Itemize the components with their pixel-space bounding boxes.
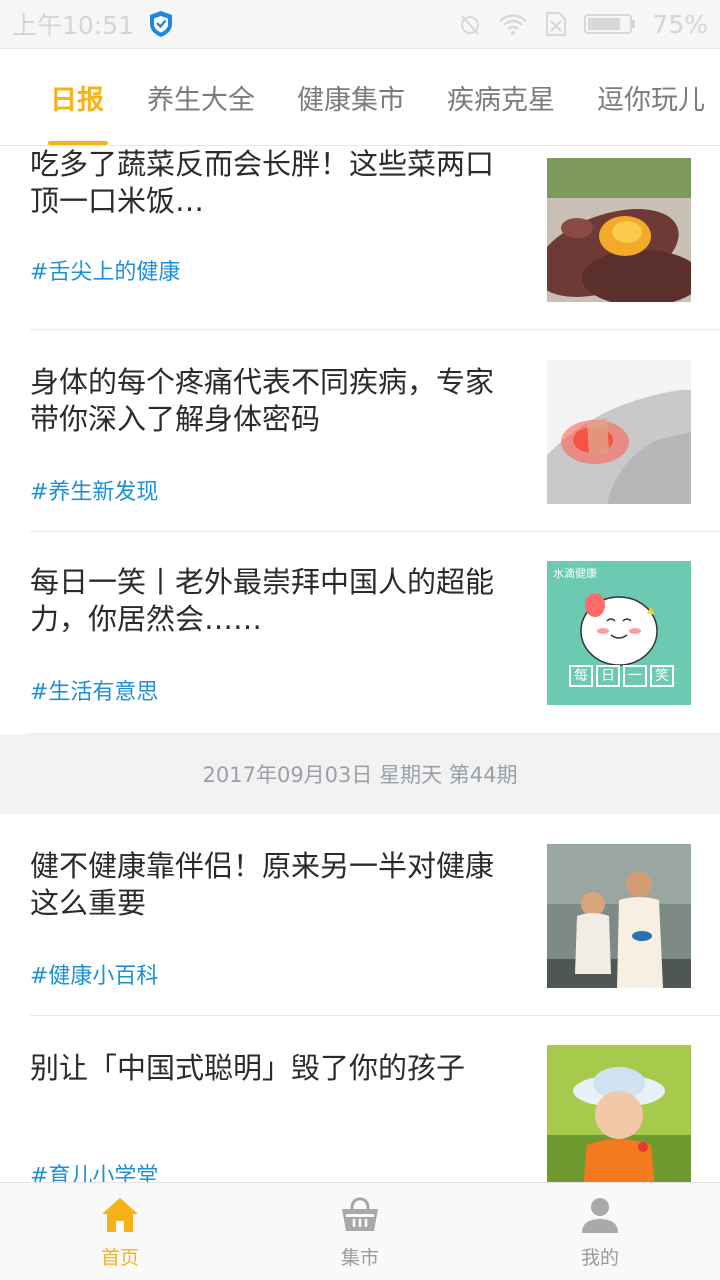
article-thumbnail[interactable]: 水滴健康 每 日 一 笑 — [547, 561, 691, 705]
basket-icon — [342, 1197, 378, 1231]
nav-profile-label: 我的 — [580, 1247, 619, 1269]
no-sim-icon — [546, 12, 567, 36]
security-shield-icon — [150, 11, 173, 37]
issue-date-separator: 2017年09月03日 星期天 第44期 — [0, 734, 720, 814]
tab-daily[interactable]: 日报 — [50, 49, 104, 145]
article-thumbnail[interactable] — [547, 360, 691, 504]
article-thumbnail[interactable] — [547, 1045, 691, 1182]
app-screen: 上午10:51 75% 日报 养生大全 健康集市 疾病克星 逗你玩儿 吃多了蔬菜… — [0, 0, 720, 1280]
article-tag[interactable]: #养生新发现 — [30, 474, 158, 506]
article-tag[interactable]: #生活有意思 — [30, 674, 158, 706]
article-tag[interactable]: #育儿小学堂 — [30, 1158, 158, 1182]
wifi-icon — [499, 14, 528, 35]
profile-icon — [582, 1198, 618, 1233]
nav-market[interactable]: 集市 — [240, 1183, 480, 1280]
bottom-navigation: 首页 集市 我的 — [0, 1182, 720, 1280]
article-feed[interactable]: 吃多了蔬菜反而会长胖！这些菜两口顶一口米饭… #舌尖上的健康 身体的每个疼痛代表… — [0, 146, 720, 1182]
couple-kitchen-image — [547, 844, 691, 988]
article-card[interactable]: 健不健康靠伴侣！原来另一半对健康这么重要 #健康小百科 — [0, 814, 720, 1016]
nav-home-label: 首页 — [100, 1247, 139, 1269]
article-tag[interactable]: #舌尖上的健康 — [30, 254, 180, 286]
active-tab-indicator — [48, 141, 108, 145]
article-title[interactable]: 身体的每个疼痛代表不同疾病，专家带你深入了解身体密码 — [30, 364, 520, 438]
child-hat-image — [547, 1045, 691, 1182]
tab-fun[interactable]: 逗你玩儿 — [597, 49, 705, 145]
article-card[interactable]: 吃多了蔬菜反而会长胖！这些菜两口顶一口米饭… #舌尖上的健康 — [0, 146, 720, 330]
article-title[interactable]: 别让「中国式聪明」毁了你的孩子 — [30, 1050, 520, 1087]
article-card[interactable]: 别让「中国式聪明」毁了你的孩子 #育儿小学堂 — [0, 1016, 720, 1182]
nav-profile[interactable]: 我的 — [480, 1183, 720, 1280]
article-card[interactable]: 身体的每个疼痛代表不同疾病，专家带你深入了解身体密码 #养生新发现 — [0, 330, 720, 532]
banner-strip: 每 日 一 笑 — [569, 665, 674, 687]
article-thumbnail[interactable] — [547, 844, 691, 988]
tab-health-market[interactable]: 健康集市 — [297, 49, 405, 145]
tab-health-guide[interactable]: 养生大全 — [147, 49, 255, 145]
article-card[interactable]: 每日一笑丨老外最崇拜中国人的超能力，你居然会…… #生活有意思 水滴健康 每 日 — [0, 532, 720, 734]
battery-percent: 75% — [652, 9, 708, 39]
nav-home[interactable]: 首页 — [0, 1183, 240, 1280]
battery-icon — [584, 14, 636, 34]
status-bar: 上午10:51 75% — [0, 0, 720, 48]
home-icon — [102, 1198, 138, 1232]
article-thumbnail[interactable] — [547, 158, 691, 302]
tab-disease-buster[interactable]: 疾病克星 — [447, 49, 555, 145]
article-tag[interactable]: #健康小百科 — [30, 958, 158, 990]
article-title[interactable]: 吃多了蔬菜反而会长胖！这些菜两口顶一口米饭… — [30, 146, 520, 220]
article-title[interactable]: 每日一笑丨老外最崇拜中国人的超能力，你居然会…… — [30, 564, 520, 638]
alarm-off-icon — [461, 15, 480, 35]
shoulder-pain-image — [547, 360, 691, 504]
status-time: 上午10:51 — [12, 11, 135, 40]
article-title[interactable]: 健不健康靠伴侣！原来另一半对健康这么重要 — [30, 848, 520, 922]
sweet-potato-image — [547, 158, 691, 302]
category-tab-bar: 日报 养生大全 健康集市 疾病克星 逗你玩儿 — [0, 48, 720, 146]
nav-market-label: 集市 — [340, 1247, 379, 1269]
